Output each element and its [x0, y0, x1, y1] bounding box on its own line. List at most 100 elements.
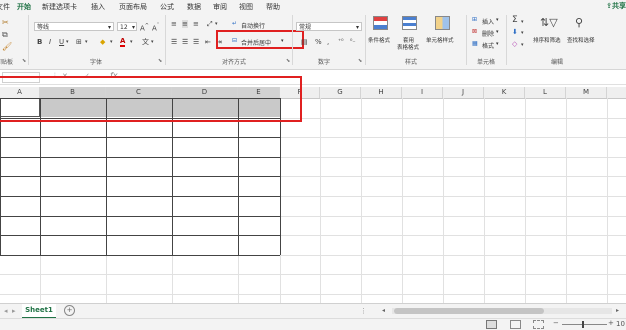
column-header-n[interactable] [607, 87, 626, 98]
tab-new[interactable]: 新建选项卡 [42, 2, 77, 12]
chevron-down-icon[interactable]: ▾ [151, 38, 154, 46]
bold-icon[interactable]: B [37, 38, 42, 46]
fill-color-icon[interactable]: ◆ [100, 38, 105, 46]
align-middle-icon[interactable]: ≡ [182, 20, 188, 28]
sort-filter-button[interactable]: ⇅▽ 排序和筛选 [532, 16, 564, 54]
page-layout-view-icon[interactable] [510, 320, 521, 329]
sheet-options-icon[interactable]: ⋮ [360, 307, 367, 315]
number-launcher-icon[interactable]: ⬊ [358, 58, 362, 64]
font-color-icon[interactable]: A [120, 38, 126, 47]
column-header-k[interactable]: K [484, 87, 525, 98]
clipboard-launcher-icon[interactable]: ⬊ [22, 58, 26, 64]
font-name-box[interactable]: 等线 ▾ [34, 22, 114, 31]
group-separator [292, 15, 293, 65]
chevron-down-icon[interactable]: ▾ [521, 18, 524, 26]
font-size-box[interactable]: 12 ▾ [117, 22, 137, 31]
orientation-icon[interactable]: ⤢ [207, 20, 213, 28]
chevron-down-icon: ▾ [131, 24, 135, 31]
next-sheet-icon[interactable]: ▸ [12, 307, 16, 315]
number-format-value: 常规 [299, 24, 312, 31]
tab-data[interactable]: 数据 [187, 2, 201, 12]
chevron-down-icon[interactable]: ▾ [130, 38, 133, 46]
zoom-out-icon[interactable]: − [553, 319, 559, 327]
zoom-slider-thumb[interactable] [582, 321, 584, 328]
align-top-icon[interactable]: ≡ [171, 20, 177, 28]
phonetic-icon[interactable]: 文 [142, 38, 149, 46]
font-name-value: 等线 [37, 24, 50, 31]
zoom-in-icon[interactable]: + [608, 319, 614, 327]
column-header-i[interactable]: I [402, 87, 443, 98]
increase-decimal-icon[interactable]: ⁺⁰ [338, 38, 344, 46]
chevron-down-icon[interactable]: ▾ [110, 38, 113, 46]
scroll-right-icon[interactable]: ▸ [616, 307, 619, 314]
tab-insert[interactable]: 插入 [91, 2, 105, 12]
normal-view-icon[interactable] [486, 320, 497, 329]
format-as-table-button[interactable]: 套用 表格格式 [397, 16, 421, 54]
conditional-format-button[interactable]: 条件格式 [368, 16, 392, 54]
zoom-slider[interactable] [562, 321, 607, 328]
align-bottom-icon[interactable]: ≡ [193, 20, 199, 28]
comma-style-icon[interactable]: , [327, 38, 329, 46]
fill-icon[interactable]: ⬇ [512, 28, 518, 36]
group-label-font: 字体 [90, 59, 103, 66]
column-header-g[interactable]: G [320, 87, 361, 98]
autosum-icon[interactable]: Σ [512, 16, 518, 25]
increase-font-icon[interactable]: A^ [140, 22, 149, 32]
column-header-m[interactable]: M [566, 87, 607, 98]
prev-sheet-icon[interactable]: ◂ [4, 307, 8, 315]
zoom-level[interactable]: 10 [616, 320, 625, 328]
cut-icon[interactable]: ✂ [2, 18, 9, 27]
chevron-down-icon[interactable]: ▾ [85, 38, 88, 46]
decrease-indent-icon[interactable]: ⇤ [205, 38, 211, 46]
column-header-h[interactable]: H [361, 87, 402, 98]
chevron-down-icon[interactable]: ▾ [521, 29, 524, 37]
number-format-box[interactable]: 常规 ▾ [296, 22, 362, 31]
format-as-table-label-2: 表格格式 [397, 45, 420, 51]
find-select-button[interactable]: ⚲ 查找和选择 [566, 16, 600, 54]
percent-icon[interactable]: % [315, 38, 322, 46]
tab-view[interactable]: 视图 [239, 2, 253, 12]
page-break-view-icon[interactable] [533, 320, 544, 329]
group-separator [506, 15, 507, 65]
chevron-down-icon[interactable]: ▾ [521, 41, 524, 49]
cell-styles-button[interactable]: 单元格样式 [426, 16, 460, 54]
border-icon[interactable]: ⊞ [76, 38, 82, 46]
tab-help[interactable]: 帮助 [266, 2, 280, 12]
tab-file[interactable]: 文件 [0, 2, 10, 12]
gridline-horizontal [0, 294, 626, 295]
tab-home[interactable]: 开始 [16, 2, 32, 15]
chevron-down-icon[interactable]: ▾ [215, 20, 218, 28]
copy-icon[interactable]: ⧉ [2, 30, 8, 40]
delete-cells-icon: ⊠ [472, 28, 478, 35]
sheet-tab-sheet1[interactable]: Sheet1 [22, 304, 56, 319]
decrease-decimal-icon[interactable]: ⁰₋ [350, 38, 356, 46]
tab-formulas[interactable]: 公式 [160, 2, 174, 12]
group-separator [365, 15, 366, 65]
scrollbar-thumb[interactable] [394, 308, 544, 314]
alignment-launcher-icon[interactable]: ⬊ [286, 58, 290, 64]
format-cells-label: 格式 [482, 43, 495, 50]
table-format-icon [402, 16, 417, 30]
format-painter-icon[interactable]: 🖌 [2, 42, 12, 51]
underline-icon[interactable]: U [59, 38, 64, 46]
decrease-font-icon[interactable]: Aˇ [152, 22, 159, 32]
tab-review[interactable]: 审阅 [213, 2, 227, 12]
add-sheet-icon[interactable]: + [64, 305, 75, 316]
tab-page-layout[interactable]: 页面布局 [119, 2, 147, 12]
share-button[interactable]: ⇪共享 [606, 1, 626, 11]
align-center-icon[interactable]: ☰ [182, 38, 188, 46]
scroll-left-icon[interactable]: ◂ [382, 307, 385, 314]
italic-icon[interactable]: I [49, 38, 51, 46]
chevron-down-icon[interactable]: ▾ [66, 38, 69, 46]
clear-icon[interactable]: ◇ [512, 40, 517, 48]
column-header-j[interactable]: J [443, 87, 484, 98]
align-left-icon[interactable]: ☰ [171, 38, 177, 46]
gridline-vertical [484, 98, 485, 303]
column-header-l[interactable]: L [525, 87, 566, 98]
worksheet-grid[interactable] [0, 76, 626, 303]
group-label-clipboard: 剪贴板 [0, 59, 14, 66]
accounting-format-icon[interactable]: ▤ [301, 38, 308, 46]
font-launcher-icon[interactable]: ⬊ [158, 58, 162, 64]
horizontal-scrollbar[interactable] [392, 308, 612, 314]
align-right-icon[interactable]: ☰ [193, 38, 199, 46]
